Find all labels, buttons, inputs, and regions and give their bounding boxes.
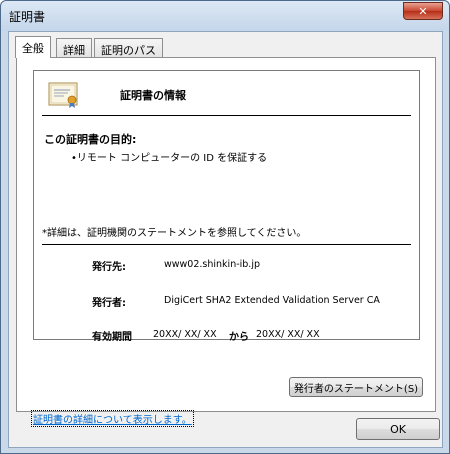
statement-footnote: *詳細は、証明機関のステートメントを参照してください。 [42, 228, 307, 239]
tab-details-label: 詳細 [63, 44, 85, 57]
issued-to-value: www02.shinkin-ib.jp [164, 259, 260, 270]
validity-from-to-word: から [229, 332, 249, 343]
heading-divider [42, 115, 411, 116]
title-bar[interactable]: 証明書 ✕ [1, 1, 449, 31]
tab-general-label: 全般 [22, 42, 44, 55]
dialog-body: 全般 詳細 証明のパス 証明書の情報 この証明書の目的: •リモート コンピュー… [8, 31, 443, 448]
purpose-divider [42, 244, 411, 245]
close-button[interactable]: ✕ [403, 2, 443, 20]
certificate-info-heading: 証明書の情報 [120, 89, 186, 102]
issued-to-label: 発行先: [92, 262, 126, 273]
validity-label: 有効期間 [92, 332, 132, 343]
tab-certification-path-label: 証明のパス [101, 44, 156, 57]
certificate-icon [48, 82, 78, 108]
issuer-statement-button[interactable]: 発行者のステートメント(S) [289, 377, 423, 397]
certificate-dialog: 証明書 ✕ 全般 詳細 証明のパス 証明書の情報 この証明書の目的: •リモート… [0, 0, 450, 454]
tab-details[interactable]: 詳細 [56, 38, 92, 58]
close-icon: ✕ [418, 4, 428, 18]
general-tab-panel: 証明書の情報 この証明書の目的: •リモート コンピューターの ID を保証する… [16, 57, 436, 412]
tab-general[interactable]: 全般 [15, 36, 51, 58]
certificate-details-link[interactable]: 証明書の詳細について表示します。 [31, 410, 194, 427]
ok-button-label: OK [390, 422, 406, 436]
tab-certification-path[interactable]: 証明のパス [94, 38, 163, 58]
purpose-title: この証明書の目的: [44, 133, 137, 146]
certificate-information-box: 証明書の情報 この証明書の目的: •リモート コンピューターの ID を保証する… [33, 70, 420, 343]
issued-by-value: DigiCert SHA2 Extended Validation Server… [164, 295, 380, 306]
valid-to-date: 20XX/ XX/ XX [256, 329, 320, 340]
issuer-statement-label: 発行者のステートメント(S) [293, 383, 419, 395]
issued-by-label: 発行者: [92, 298, 126, 309]
window-title: 証明書 [9, 10, 46, 24]
purpose-item: •リモート コンピューターの ID を保証する [71, 153, 268, 164]
valid-from-date: 20XX/ XX/ XX [153, 329, 217, 340]
ok-button[interactable]: OK [356, 418, 440, 440]
